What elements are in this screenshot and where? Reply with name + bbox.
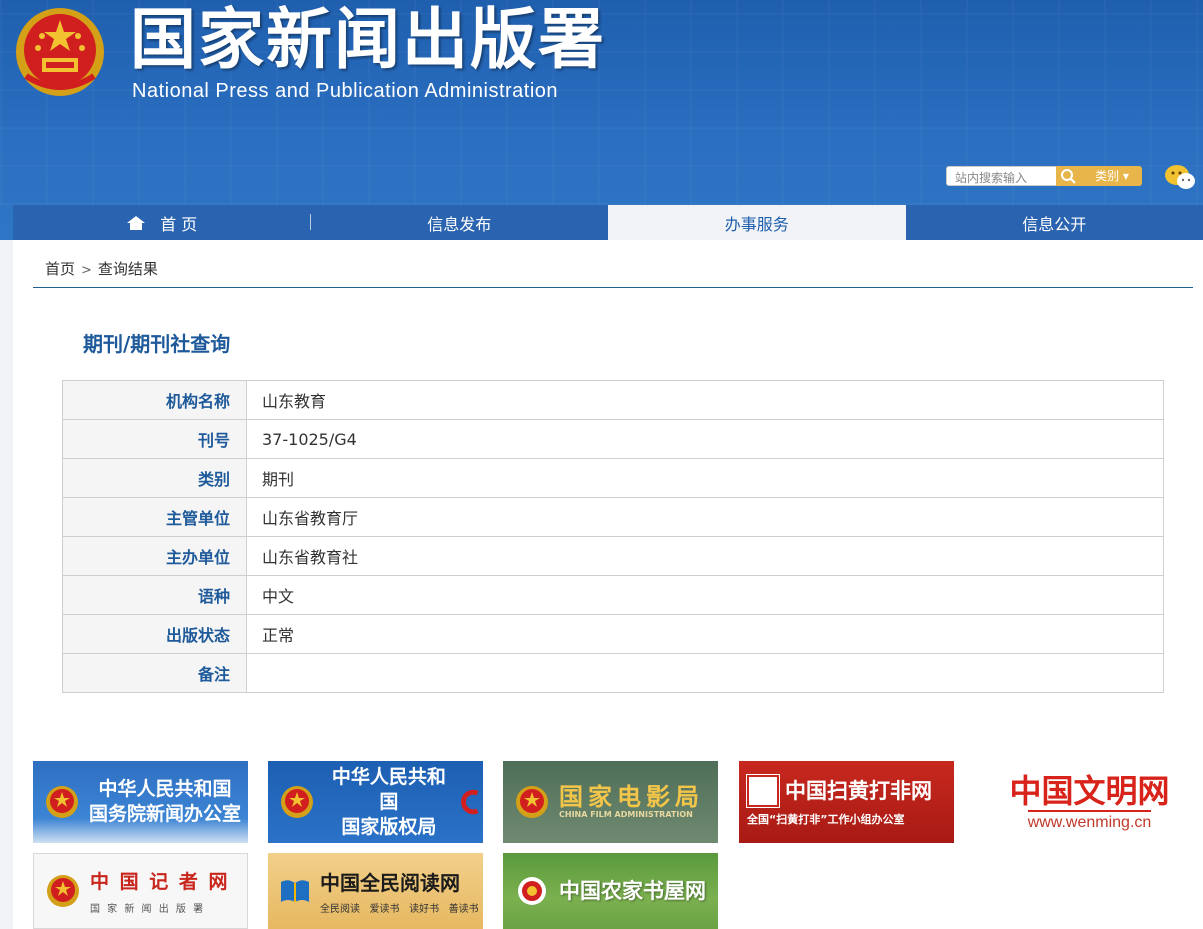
divider bbox=[33, 287, 1193, 288]
nav-item-label: 办事服务 bbox=[724, 214, 789, 234]
table-row: 机构名称 山东教育 bbox=[62, 380, 1164, 420]
link-state-council-information-office[interactable]: 中华人民共和国 国务院新闻办公室 bbox=[33, 761, 248, 843]
search-icon bbox=[1061, 169, 1076, 184]
category-dropdown[interactable]: 类别 ▾ bbox=[1082, 166, 1142, 186]
table-row: 备注 bbox=[62, 653, 1164, 693]
logo-line1: 国家电影局 bbox=[559, 782, 704, 811]
breadcrumb-home-link[interactable]: 首页 bbox=[45, 260, 75, 278]
rural-library-emblem-icon bbox=[518, 877, 546, 905]
table-row: 主办单位 山东省教育社 bbox=[62, 536, 1164, 576]
nav-item-label: 信息公开 bbox=[1022, 214, 1087, 234]
link-rural-library-net[interactable]: 中国农家书屋网 bbox=[503, 853, 718, 929]
logo-line2: 全民阅读 爱读书 读好书 善读书 bbox=[320, 904, 479, 915]
table-row: 语种 中文 bbox=[62, 575, 1164, 615]
field-value: 期刊 bbox=[246, 458, 1164, 498]
breadcrumb: 首页 > 查询结果 bbox=[45, 258, 158, 279]
link-china-journalist-net[interactable]: 中 国 记 者 网 国 家 新 闻 出 版 署 bbox=[33, 853, 248, 929]
logo-line1: 中华人民共和国 bbox=[98, 778, 232, 800]
logo-line2: 全国“扫黄打非”工作小组办公室 bbox=[747, 813, 905, 826]
field-value: 37-1025/G4 bbox=[246, 419, 1164, 459]
table-row: 出版状态 正常 bbox=[62, 614, 1164, 654]
record-table: 机构名称 山东教育 刊号 37-1025/G4 类别 期刊 主管单位 山东省教育厅 主办… bbox=[62, 380, 1164, 693]
field-value bbox=[246, 653, 1164, 693]
logo-line1: 中国文明网 bbox=[1009, 772, 1170, 810]
field-label: 类别 bbox=[62, 458, 247, 498]
field-label: 主管单位 bbox=[62, 497, 247, 537]
logo-line1: 中国扫黄打非网 bbox=[785, 778, 932, 803]
wechat-icon[interactable] bbox=[1164, 163, 1196, 191]
link-anti-pornography-illegal-publications[interactable]: 中国扫黄打非网 全国“扫黄打非”工作小组办公室 bbox=[739, 761, 954, 843]
field-label: 备注 bbox=[62, 653, 247, 693]
field-label: 语种 bbox=[62, 575, 247, 615]
field-label: 主办单位 bbox=[62, 536, 247, 576]
link-china-film-administration[interactable]: 国家电影局 CHINA FILM ADMINISTRATION bbox=[503, 761, 718, 843]
search-input[interactable]: 站内搜索输入 bbox=[946, 166, 1058, 186]
logo-line1: 中 国 记 者 网 bbox=[90, 871, 230, 893]
logo-line1: 中国农家书屋网 bbox=[559, 878, 706, 903]
field-label: 刊号 bbox=[62, 419, 247, 459]
logo-line1: 中华人民共和国 bbox=[331, 765, 446, 813]
nav-item-info-disclosure[interactable]: 信息公开 bbox=[906, 205, 1203, 240]
link-national-reading-net[interactable]: 中国全民阅读网 全民阅读 爱读书 读好书 善读书 bbox=[268, 853, 483, 929]
logo-line2: www.wenming.cn bbox=[1027, 810, 1152, 832]
copyright-swirl-icon bbox=[460, 789, 479, 815]
national-emblem-icon bbox=[47, 875, 79, 907]
site-title: 国家新闻出版署 bbox=[130, 1, 606, 78]
breadcrumb-separator: > bbox=[81, 263, 92, 278]
nav-item-home[interactable]: 首 页 bbox=[13, 205, 311, 240]
logo-line2: 国家版权局 bbox=[341, 815, 437, 838]
site-header: 国家新闻出版署 National Press and Publication A… bbox=[0, 0, 1203, 240]
field-value: 中文 bbox=[246, 575, 1164, 615]
field-value: 山东教育 bbox=[246, 380, 1164, 420]
logo-line2: 国务院新闻办公室 bbox=[89, 803, 242, 825]
field-value: 山东省教育厅 bbox=[246, 497, 1164, 537]
open-book-icon bbox=[281, 880, 309, 902]
link-china-civilization-net[interactable]: 中国文明网 www.wenming.cn bbox=[982, 761, 1197, 843]
national-emblem-icon bbox=[281, 786, 313, 818]
table-row: 刊号 37-1025/G4 bbox=[62, 419, 1164, 459]
nav-item-services[interactable]: 办事服务 bbox=[608, 205, 906, 240]
link-copyright-administration[interactable]: 中华人民共和国 国家版权局 bbox=[268, 761, 483, 843]
national-emblem-icon bbox=[46, 786, 78, 818]
nav-item-info-release[interactable]: 信息发布 bbox=[311, 205, 609, 240]
nav-item-label: 首 页 bbox=[160, 214, 198, 234]
logo-line2: CHINA FILM ADMINISTRATION bbox=[559, 809, 693, 819]
home-icon bbox=[127, 215, 146, 230]
logo-line1: 中国全民阅读网 bbox=[320, 871, 460, 895]
field-label: 出版状态 bbox=[62, 614, 247, 654]
search-button[interactable] bbox=[1056, 166, 1082, 186]
table-row: 主管单位 山东省教育厅 bbox=[62, 497, 1164, 537]
breadcrumb-current: 查询结果 bbox=[97, 260, 158, 278]
field-label: 机构名称 bbox=[62, 380, 247, 420]
national-emblem-icon[interactable] bbox=[14, 6, 106, 98]
field-value: 正常 bbox=[246, 614, 1164, 654]
site-subtitle: National Press and Publication Administr… bbox=[132, 80, 559, 102]
seal-stamp-icon bbox=[747, 775, 779, 807]
main-navigation: 首 页 信息发布 办事服务 信息公开 bbox=[13, 205, 1203, 240]
table-row: 类别 期刊 bbox=[62, 458, 1164, 498]
national-emblem-icon bbox=[516, 786, 548, 818]
page-title: 期刊/期刊社查询 bbox=[83, 332, 231, 356]
field-value: 山东省教育社 bbox=[246, 536, 1164, 576]
nav-item-label: 信息发布 bbox=[427, 214, 492, 234]
logo-line2: 国 家 新 闻 出 版 署 bbox=[90, 904, 206, 915]
